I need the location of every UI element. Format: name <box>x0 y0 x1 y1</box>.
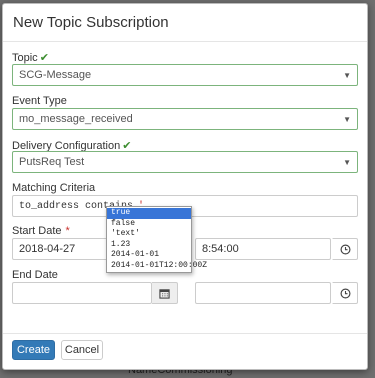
modal-body: Topic ✔ SCG-Message ▼ Event Type mo_mess… <box>3 42 367 334</box>
end-time-input[interactable] <box>195 282 331 304</box>
event-type-select-value: mo_message_received <box>19 113 133 125</box>
modal-footer: Create Cancel <box>3 333 367 369</box>
topic-select-value: SCG-Message <box>19 69 92 81</box>
autocomplete-item[interactable]: 1.23 <box>107 240 191 251</box>
caret-down-icon: ▼ <box>343 114 351 124</box>
start-date-label-row: Start Date * <box>12 225 70 237</box>
end-date-label-row: End Date <box>12 269 58 281</box>
event-type-label-row: Event Type <box>12 95 67 107</box>
modal-header: New Topic Subscription <box>3 4 367 42</box>
end-date-input[interactable] <box>12 282 152 304</box>
topic-label: Topic <box>12 51 38 64</box>
topic-label-row: Topic ✔ <box>12 51 49 65</box>
calendar-button[interactable] <box>152 282 178 304</box>
required-asterisk: * <box>65 225 70 237</box>
matching-label: Matching Criteria <box>12 182 96 194</box>
start-time-input[interactable]: 8:54:00 <box>195 238 331 260</box>
cancel-button[interactable]: Cancel <box>61 340 103 360</box>
end-date-label: End Date <box>12 269 58 281</box>
caret-down-icon: ▼ <box>343 70 351 80</box>
clock-icon <box>340 288 350 298</box>
clock-button[interactable] <box>332 238 358 260</box>
clock-button[interactable] <box>332 282 358 304</box>
modal-title: New Topic Subscription <box>13 14 169 31</box>
delivery-select[interactable]: PutsReq Test ▼ <box>12 151 358 173</box>
autocomplete-item[interactable]: 2014-01-01T12:00:00Z <box>107 261 207 272</box>
check-icon: ✔ <box>39 52 49 64</box>
event-type-select[interactable]: mo_message_received ▼ <box>12 108 358 130</box>
start-date-value: 2018-04-27 <box>19 243 76 255</box>
delivery-select-value: PutsReq Test <box>19 156 85 168</box>
autocomplete-item[interactable]: true <box>107 208 191 219</box>
autocomplete-item[interactable]: 'text' <box>107 229 191 240</box>
autocomplete-item[interactable]: 2014-01-01 <box>107 250 191 261</box>
delivery-label: Delivery Configuration <box>12 139 121 152</box>
start-date-label: Start Date <box>12 225 62 237</box>
calendar-icon <box>159 288 170 299</box>
matching-label-row: Matching Criteria <box>12 182 95 194</box>
clock-icon <box>340 244 350 254</box>
caret-down-icon: ▼ <box>343 157 351 167</box>
new-topic-subscription-modal: New Topic Subscription Topic ✔ SCG-Messa… <box>2 3 368 370</box>
autocomplete-item[interactable]: false <box>107 219 191 230</box>
create-button[interactable]: Create <box>12 340 55 360</box>
autocomplete-dropdown: true false 'text' 1.23 2014-01-01 2014-0… <box>106 206 207 273</box>
event-type-label: Event Type <box>12 95 67 107</box>
start-time-value: 8:54:00 <box>202 243 239 255</box>
topic-select[interactable]: SCG-Message ▼ <box>12 64 358 86</box>
